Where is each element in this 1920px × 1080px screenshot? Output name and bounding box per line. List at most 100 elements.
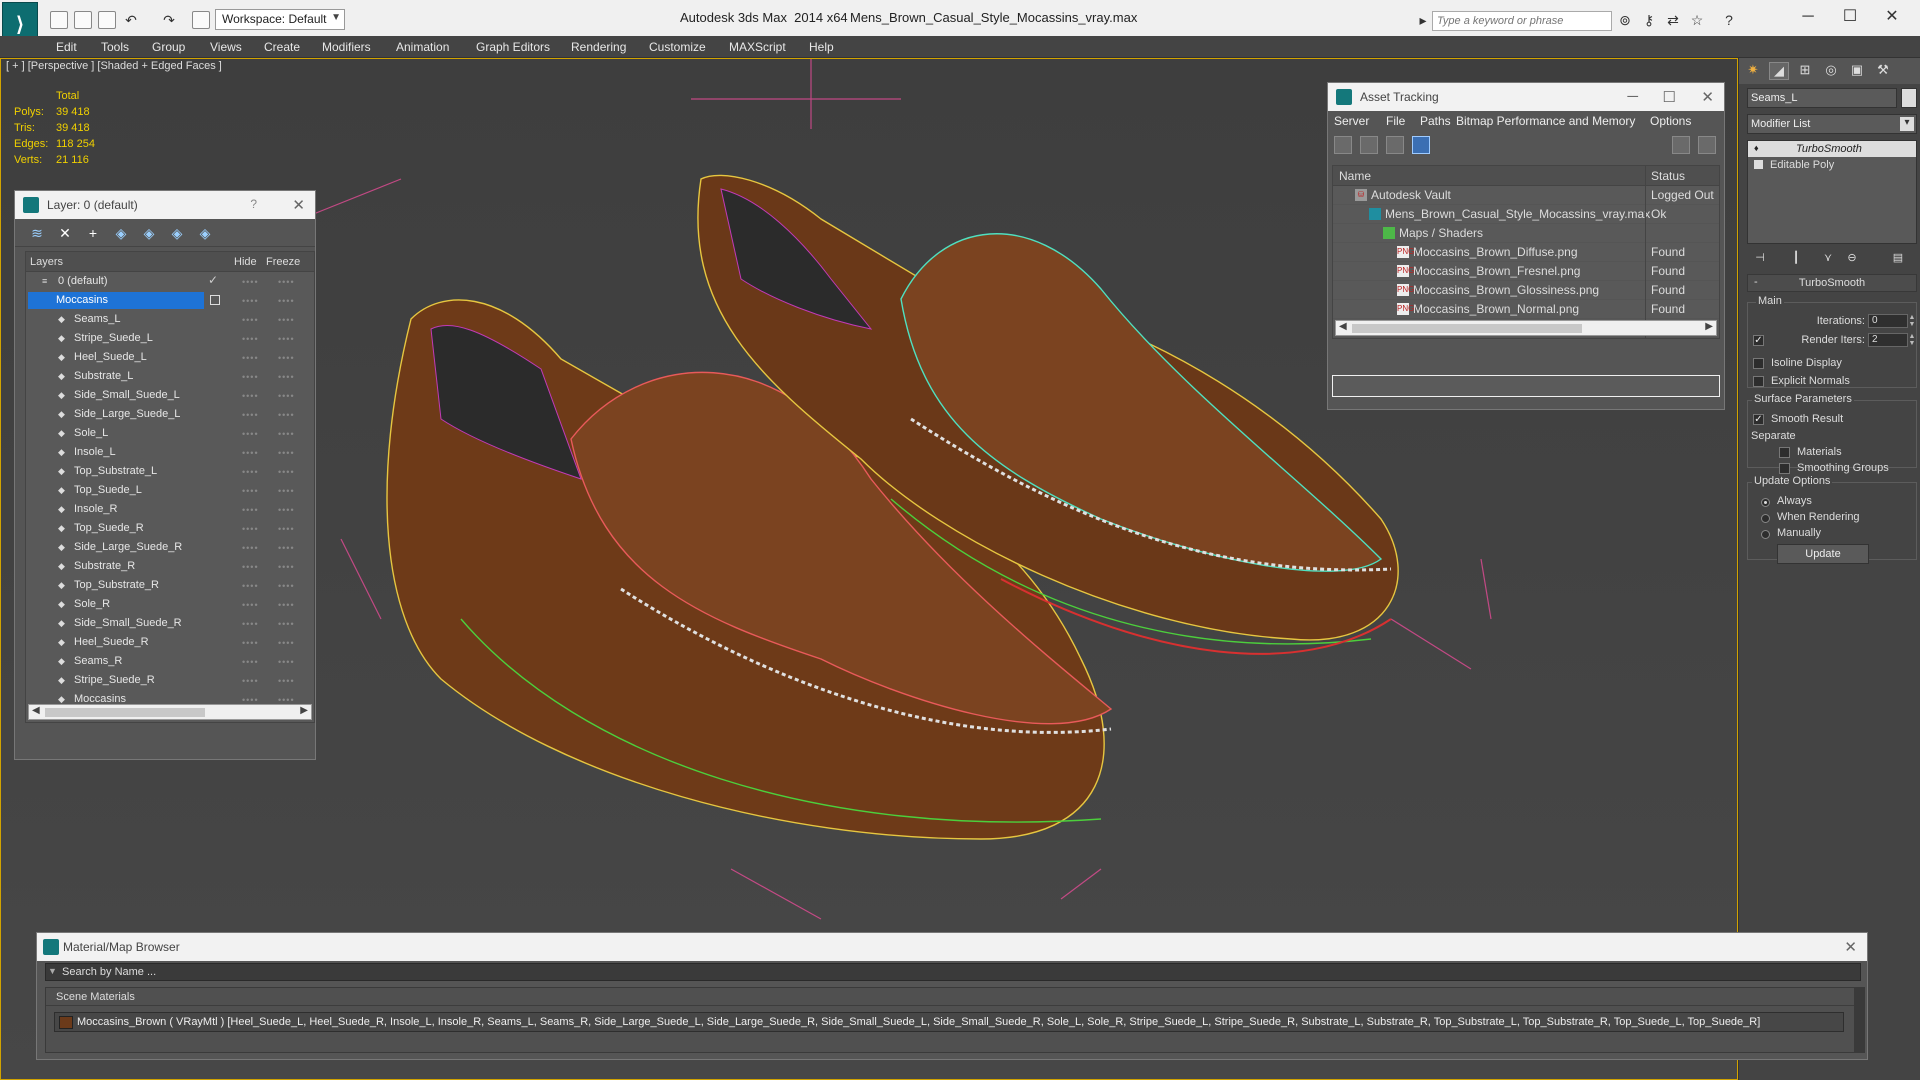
asset-row[interactable]: ⛁ Autodesk Vault Logged Out xyxy=(1333,186,1719,205)
hide-toggle[interactable]: •••• xyxy=(242,334,259,344)
minimize-icon[interactable]: ─ xyxy=(1627,88,1638,105)
col-name[interactable]: Name xyxy=(1339,169,1371,183)
layer-row[interactable]: ◆ Sole_L •••• •••• xyxy=(26,424,314,443)
modifier-list-dropdown[interactable]: Modifier List ▾ xyxy=(1747,114,1917,134)
explicit-normals-checkbox[interactable] xyxy=(1753,376,1764,387)
hide-toggle[interactable]: •••• xyxy=(242,467,259,477)
close-icon[interactable]: ✕ xyxy=(292,196,305,214)
stack-item-turbosmooth[interactable]: ♦ TurboSmooth xyxy=(1748,141,1916,157)
material-browser-titlebar[interactable]: Material/Map Browser ✕ xyxy=(37,933,1867,961)
select-objects-icon[interactable]: ◈ xyxy=(111,224,131,242)
col-layers[interactable]: Layers xyxy=(30,256,63,268)
render-iters-spinner[interactable]: 2 xyxy=(1868,333,1908,347)
layer-row[interactable]: ◆ Side_Large_Suede_L •••• •••• xyxy=(26,405,314,424)
asset-tracking-titlebar[interactable]: Asset Tracking ─ ☐ ✕ xyxy=(1328,83,1724,111)
close-icon[interactable]: ✕ xyxy=(1701,88,1714,106)
freeze-toggle[interactable]: •••• xyxy=(278,277,295,287)
update-button[interactable]: Update xyxy=(1777,544,1869,564)
hide-toggle[interactable]: •••• xyxy=(242,524,259,534)
hide-toggle[interactable]: •••• xyxy=(242,296,259,306)
always-radio[interactable] xyxy=(1761,498,1770,507)
add-to-layer-icon[interactable]: + xyxy=(83,224,103,242)
maximize-icon[interactable]: ☐ xyxy=(1663,88,1676,106)
layer-row[interactable]: ≡ 0 (default) ✓ •••• •••• xyxy=(26,272,314,291)
hide-toggle[interactable]: •••• xyxy=(242,543,259,553)
col-freeze[interactable]: Freeze xyxy=(266,256,300,268)
asset-menu-bitmap[interactable]: Bitmap Performance and Memory xyxy=(1456,114,1635,128)
layer-row[interactable]: ◆ Side_Small_Suede_L •••• •••• xyxy=(26,386,314,405)
hide-toggle[interactable]: •••• xyxy=(242,619,259,629)
binoculars-icon[interactable]: ⊚ xyxy=(1616,11,1634,29)
layer-row[interactable]: ◆ Side_Small_Suede_R •••• •••• xyxy=(26,614,314,633)
help-icon[interactable] xyxy=(1672,136,1690,154)
hierarchy-tab-icon[interactable]: ⊞ xyxy=(1795,62,1815,80)
remove-modifier-icon[interactable]: ⊖ xyxy=(1843,251,1861,267)
asset-row[interactable]: PNG Moccasins_Brown_Normal.png Found xyxy=(1333,300,1719,319)
asset-row[interactable]: Mens_Brown_Casual_Style_Mocassins_vray.m… xyxy=(1333,205,1719,224)
asset-row[interactable]: Maps / Shaders xyxy=(1333,224,1719,243)
hide-toggle[interactable]: •••• xyxy=(242,277,259,287)
hide-toggle[interactable]: •••• xyxy=(242,391,259,401)
create-tab-icon[interactable]: ✷ xyxy=(1743,62,1763,80)
hide-toggle[interactable]: •••• xyxy=(242,315,259,325)
chevron-right-icon[interactable]: ▸ xyxy=(1414,11,1432,29)
table-view-icon[interactable] xyxy=(1412,136,1430,154)
layer-row[interactable]: ◆ Seams_L •••• •••• xyxy=(26,310,314,329)
menu-rendering[interactable]: Rendering xyxy=(571,40,626,54)
layer-row[interactable]: ◆ Top_Suede_R •••• •••• xyxy=(26,519,314,538)
menu-animation[interactable]: Animation xyxy=(396,40,449,54)
utilities-tab-icon[interactable]: ⚒ xyxy=(1873,62,1893,80)
hide-toggle[interactable]: •••• xyxy=(242,353,259,363)
layer-row[interactable]: ◆ Stripe_Suede_R •••• •••• xyxy=(26,671,314,690)
scene-materials-group[interactable]: Scene Materials xyxy=(46,988,1854,1006)
spinner-arrows-icon[interactable]: ▲ ▼ xyxy=(1907,314,1917,328)
menu-help[interactable]: Help xyxy=(809,40,834,54)
open-file-icon[interactable] xyxy=(74,11,92,29)
thumbnail-view-icon[interactable] xyxy=(1386,136,1404,154)
iterations-spinner[interactable]: 0 xyxy=(1868,314,1908,328)
layer-row[interactable]: ◆ Top_Suede_L •••• •••• xyxy=(26,481,314,500)
close-icon[interactable]: ✕ xyxy=(1844,938,1857,956)
menu-views[interactable]: Views xyxy=(210,40,242,54)
isoline-display-checkbox[interactable] xyxy=(1753,358,1764,369)
hide-toggle[interactable]: •••• xyxy=(242,410,259,420)
freeze-toggle[interactable]: •••• xyxy=(278,524,295,534)
asset-horizontal-scrollbar[interactable]: ◀ ▶ xyxy=(1335,320,1717,336)
layer-row[interactable]: ◆ Heel_Suede_R •••• •••• xyxy=(26,633,314,652)
menu-modifiers[interactable]: Modifiers xyxy=(322,40,371,54)
asset-menu-file[interactable]: File xyxy=(1386,114,1405,128)
material-vertical-scrollbar[interactable] xyxy=(1855,987,1865,1053)
stack-item-editable-poly[interactable]: Editable Poly xyxy=(1748,157,1916,173)
settings-icon[interactable] xyxy=(1698,136,1716,154)
hide-toggle[interactable]: •••• xyxy=(242,448,259,458)
freeze-toggle[interactable]: •••• xyxy=(278,676,295,686)
freeze-toggle[interactable]: •••• xyxy=(278,581,295,591)
hide-toggle[interactable]: •••• xyxy=(242,372,259,382)
layer-row[interactable]: ◆ Top_Substrate_L •••• •••• xyxy=(26,462,314,481)
hide-toggle[interactable]: •••• xyxy=(242,562,259,572)
freeze-all-icon[interactable]: ◈ xyxy=(195,224,215,242)
project-folder-icon[interactable] xyxy=(192,11,210,29)
col-status[interactable]: Status xyxy=(1651,169,1685,183)
star-icon[interactable]: ☆ xyxy=(1688,11,1706,29)
make-unique-icon[interactable]: ⋎ xyxy=(1819,251,1837,267)
layer-row[interactable]: ◆ Heel_Suede_L •••• •••• xyxy=(26,348,314,367)
freeze-toggle[interactable]: •••• xyxy=(278,429,295,439)
asset-menu-server[interactable]: Server xyxy=(1334,114,1369,128)
help-icon[interactable]: ? xyxy=(250,197,257,211)
layer-row[interactable]: ◆ Insole_L •••• •••• xyxy=(26,443,314,462)
turbosmooth-rollout[interactable]: - TurboSmooth xyxy=(1747,274,1917,292)
exchange-icon[interactable]: ⇄ xyxy=(1664,11,1682,29)
asset-path-field[interactable] xyxy=(1332,375,1720,397)
configure-sets-icon[interactable]: ▤ xyxy=(1889,251,1907,267)
freeze-toggle[interactable]: •••• xyxy=(278,448,295,458)
col-hide[interactable]: Hide xyxy=(234,256,257,268)
motion-tab-icon[interactable]: ◎ xyxy=(1821,62,1841,80)
chevron-down-icon[interactable]: ▼ xyxy=(48,966,57,976)
menu-group[interactable]: Group xyxy=(152,40,185,54)
freeze-toggle[interactable]: •••• xyxy=(278,619,295,629)
undo-icon[interactable]: ↶ xyxy=(122,11,140,29)
new-layer-icon[interactable]: ≋ xyxy=(27,224,47,242)
pin-stack-icon[interactable]: ⊣ xyxy=(1751,251,1769,267)
viewport-label[interactable]: [ + ] [Perspective ] [Shaded + Edged Fac… xyxy=(6,60,222,72)
